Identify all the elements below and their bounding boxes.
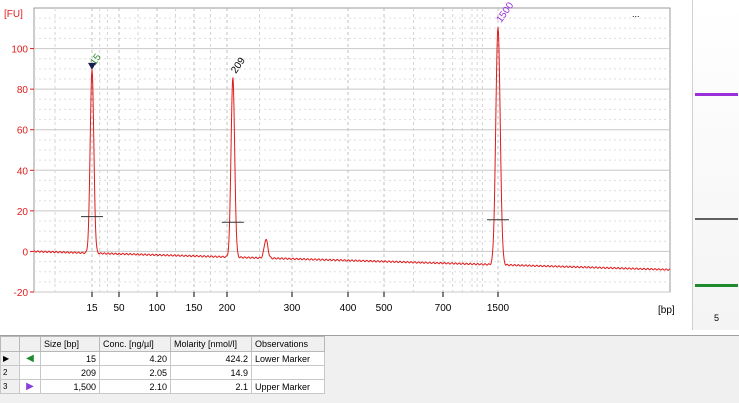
table-header-row: Size [bp] Conc. [ng/µl] Molarity [nmol/l… bbox=[0, 336, 325, 352]
x-tick-label: 150 bbox=[186, 303, 203, 314]
marker-header bbox=[19, 336, 41, 352]
gel-lane: 5 bbox=[692, 0, 739, 330]
concentration-cell[interactable]: 2.05 bbox=[99, 365, 171, 380]
y-tick-label: 80 bbox=[17, 85, 29, 96]
size-cell[interactable]: 1,500 bbox=[40, 379, 100, 394]
marker-icon: ◀ bbox=[19, 351, 41, 366]
observation-cell[interactable]: Upper Marker bbox=[251, 379, 325, 394]
table-row[interactable]: ▶ ◀ 15 4.20 424.2 Lower Marker bbox=[0, 351, 325, 366]
upper-marker-band bbox=[695, 93, 738, 96]
y-tick-label: 100 bbox=[11, 45, 28, 56]
row-number: 2 bbox=[0, 365, 20, 380]
observation-cell[interactable]: Lower Marker bbox=[251, 351, 325, 366]
concentration-cell[interactable]: 2.10 bbox=[99, 379, 171, 394]
x-tick-label: 200 bbox=[219, 303, 236, 314]
observations-column-header[interactable]: Observations bbox=[251, 336, 325, 352]
y-tick-label: -20 bbox=[14, 288, 29, 299]
x-tick-label: 100 bbox=[149, 303, 166, 314]
size-cell[interactable]: 15 bbox=[40, 351, 100, 366]
molarity-cell[interactable]: 14.9 bbox=[170, 365, 252, 380]
lane-number: 5 bbox=[713, 313, 719, 323]
sample-band bbox=[695, 218, 738, 220]
x-tick-label: 700 bbox=[435, 303, 452, 314]
x-tick-label: 500 bbox=[376, 303, 393, 314]
molarity-column-header[interactable]: Molarity [nmol/l] bbox=[170, 336, 252, 352]
molarity-cell[interactable]: 424.2 bbox=[170, 351, 252, 366]
lower-marker-band bbox=[695, 284, 738, 287]
x-tick-label: 15 bbox=[86, 303, 98, 314]
concentration-cell[interactable]: 4.20 bbox=[99, 351, 171, 366]
peak-table: Size [bp] Conc. [ng/µl] Molarity [nmol/l… bbox=[0, 335, 739, 403]
row-number-header bbox=[0, 336, 20, 352]
row-number: 3 bbox=[0, 379, 20, 394]
y-axis-unit-label: [FU] bbox=[4, 9, 23, 20]
y-tick-label: 20 bbox=[17, 207, 29, 218]
y-tick-label: 40 bbox=[17, 166, 29, 177]
electropherogram-chart: 100806040200-2015 50 100 150 200 300 400 500 700… bbox=[4, 0, 675, 316]
x-tick-label: 300 bbox=[284, 303, 301, 314]
observation-cell[interactable] bbox=[251, 365, 325, 380]
marker-cell bbox=[19, 365, 41, 380]
current-row-indicator-icon: ▶ bbox=[0, 351, 20, 366]
x-tick-label: 400 bbox=[340, 303, 357, 314]
size-column-header[interactable]: Size [bp] bbox=[40, 336, 100, 352]
x-tick-label: 1500 bbox=[487, 303, 510, 314]
table-row[interactable]: 2 209 2.05 14.9 bbox=[0, 365, 325, 380]
molarity-cell[interactable]: 2.1 bbox=[170, 379, 252, 394]
size-cell[interactable]: 209 bbox=[40, 365, 100, 380]
concentration-column-header[interactable]: Conc. [ng/µl] bbox=[99, 336, 171, 352]
y-tick-label: 60 bbox=[17, 126, 29, 137]
x-axis-unit-label: [bp] bbox=[658, 305, 675, 316]
y-tick-label: 0 bbox=[22, 247, 28, 258]
table-row[interactable]: 3 ▶ 1,500 2.10 2.1 Upper Marker bbox=[0, 379, 325, 394]
marker-icon: ▶ bbox=[19, 379, 41, 394]
x-tick-label: 50 bbox=[113, 303, 125, 314]
top-right-label: ... bbox=[632, 9, 640, 19]
